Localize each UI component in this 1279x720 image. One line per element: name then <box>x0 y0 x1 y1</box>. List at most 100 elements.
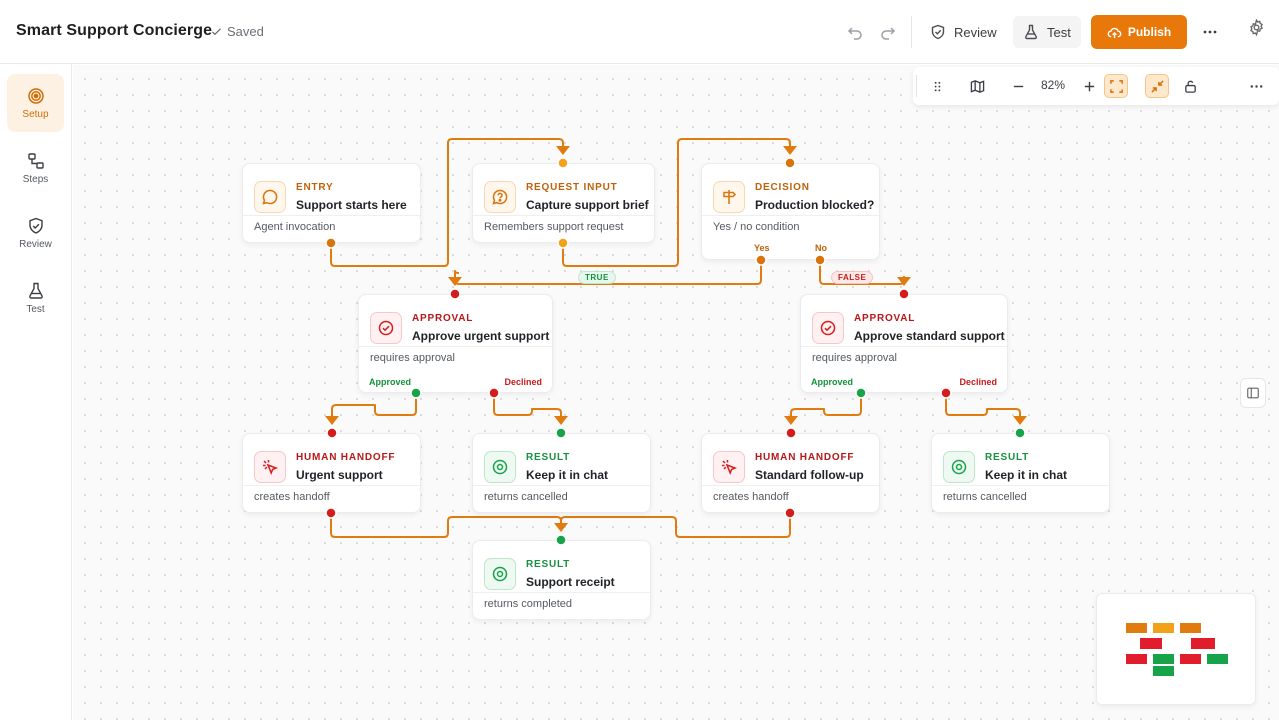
node-kind: RESULT <box>526 452 571 463</box>
node-kind: REQUEST INPUT <box>526 182 618 193</box>
minimap-nodes <box>1126 623 1228 676</box>
panel-left-icon <box>1247 387 1259 399</box>
cloud-upload-icon <box>1107 27 1122 38</box>
publish-label: Publish <box>1127 25 1172 39</box>
node-title: Standard follow-up <box>755 468 864 482</box>
node-subtitle: returns cancelled <box>484 491 568 503</box>
rail-item-test[interactable]: Test <box>7 269 64 327</box>
saved-label: Saved <box>227 24 264 39</box>
signpost-icon <box>713 181 745 213</box>
steps-icon <box>27 152 44 169</box>
minimap[interactable] <box>1096 593 1256 705</box>
node-title: Support starts here <box>296 198 407 212</box>
rail-label-test: Test <box>26 303 45 315</box>
publish-button[interactable]: Publish <box>1091 15 1187 49</box>
pointer-click-icon <box>254 451 286 483</box>
side-panel-toggle[interactable] <box>1240 378 1266 408</box>
node-subtitle: returns cancelled <box>943 491 1027 503</box>
saved-status: Saved <box>210 24 264 39</box>
check-icon <box>211 28 222 36</box>
node-request-input[interactable]: REQUEST INPUT Capture support brief Reme… <box>472 163 655 243</box>
canvas-more-button[interactable] <box>1244 74 1268 98</box>
node-approval-urgent[interactable]: APPROVAL Approve urgent support requires… <box>358 294 553 393</box>
question-bubble-icon <box>484 181 516 213</box>
node-title: Keep it in chat <box>526 468 609 482</box>
node-subtitle: requires approval <box>370 352 455 364</box>
node-subtitle: Remembers support request <box>484 221 624 233</box>
edge-label-no: No <box>815 243 827 253</box>
toolbar-divider <box>911 16 912 48</box>
collapse-button[interactable] <box>1145 74 1169 98</box>
top-bar: Smart Support Concierge Saved Review Tes… <box>0 0 1279 64</box>
shield-check-icon <box>28 217 43 234</box>
node-title: Support receipt <box>526 575 615 589</box>
badge-check-icon <box>370 312 402 344</box>
minimap-node-entry <box>1126 623 1147 633</box>
node-approval-standard[interactable]: APPROVAL Approve standard support requir… <box>800 294 1008 393</box>
minimap-node-receipt <box>1153 666 1174 676</box>
more-options-button[interactable] <box>1198 20 1222 44</box>
test-button[interactable]: Test <box>1013 16 1081 48</box>
target-circle-icon <box>484 451 516 483</box>
edge-pill-false: FALSE <box>831 271 874 284</box>
zoom-in-button[interactable] <box>1077 74 1101 98</box>
branch-declined-label: Declined <box>504 377 542 387</box>
map-icon <box>970 79 984 93</box>
minimap-node-handoff-standard <box>1180 654 1201 664</box>
badge-check-icon <box>812 312 844 344</box>
node-result-chat-2[interactable]: RESULT Keep it in chat returns cancelled <box>931 433 1110 513</box>
minimap-node-handoff-urgent <box>1126 654 1147 664</box>
zoom-out-button[interactable] <box>1006 74 1030 98</box>
node-title: Approve urgent support <box>412 329 550 343</box>
redo-button[interactable] <box>876 20 900 44</box>
node-title: Production blocked? <box>755 198 875 212</box>
grip-icon <box>934 81 940 91</box>
node-handoff-urgent[interactable]: HUMAN HANDOFF Urgent support creates han… <box>242 433 421 513</box>
node-title: Approve standard support <box>854 329 1005 343</box>
minimap-node-approval-urgent <box>1140 638 1162 649</box>
target-circle-icon <box>943 451 975 483</box>
undo-icon <box>847 27 862 40</box>
node-kind: RESULT <box>526 559 571 570</box>
flask-icon <box>28 282 43 299</box>
chat-bubble-icon <box>254 181 286 213</box>
node-result-chat-1[interactable]: RESULT Keep it in chat returns cancelled <box>472 433 651 513</box>
undo-button[interactable] <box>843 20 867 44</box>
edge-label-yes: Yes <box>754 243 770 253</box>
node-subtitle: returns completed <box>484 598 573 610</box>
node-entry[interactable]: ENTRY Support starts here Agent invocati… <box>242 163 421 243</box>
node-subtitle: creates handoff <box>713 491 789 503</box>
settings-button[interactable] <box>1244 15 1268 39</box>
node-subtitle: requires approval <box>812 352 897 364</box>
pointer-click-icon <box>713 451 745 483</box>
branch-approved-label: Approved <box>369 377 412 387</box>
shield-check-icon <box>931 24 945 40</box>
test-label: Test <box>1047 24 1071 40</box>
node-decision[interactable]: DECISION Production blocked? Yes / no co… <box>701 163 880 260</box>
lock-button[interactable] <box>1178 74 1202 98</box>
node-kind: RESULT <box>985 452 1030 463</box>
rail-item-setup[interactable]: Setup <box>7 74 64 132</box>
node-title: Capture support brief <box>526 198 649 212</box>
review-button[interactable]: Review <box>920 16 1007 48</box>
node-title: Urgent support <box>296 468 383 482</box>
unlock-icon <box>1184 80 1196 93</box>
node-subtitle: Agent invocation <box>254 221 336 233</box>
rail-item-review[interactable]: Review <box>7 204 64 262</box>
node-result-receipt[interactable]: RESULT Support receipt returns completed <box>472 540 651 620</box>
node-kind: DECISION <box>755 182 810 193</box>
node-handoff-standard[interactable]: HUMAN HANDOFF Standard follow-up creates… <box>701 433 880 513</box>
node-kind: HUMAN HANDOFF <box>755 452 855 463</box>
rail-item-steps[interactable]: Steps <box>7 139 64 197</box>
drag-handle-button[interactable] <box>925 74 949 98</box>
fit-view-button[interactable] <box>1104 74 1128 98</box>
minimap-toggle-button[interactable] <box>965 74 989 98</box>
node-subtitle: Yes / no condition <box>713 221 800 233</box>
rail-label-review: Review <box>19 238 52 250</box>
node-title: Keep it in chat <box>985 468 1068 482</box>
branch-declined-label: Declined <box>959 377 997 387</box>
minimap-node-decision <box>1180 623 1201 633</box>
canvas-toolbar: 82% <box>913 67 1279 105</box>
zoom-level: 82% <box>1041 78 1066 92</box>
minimap-node-approval-standard <box>1191 638 1215 649</box>
